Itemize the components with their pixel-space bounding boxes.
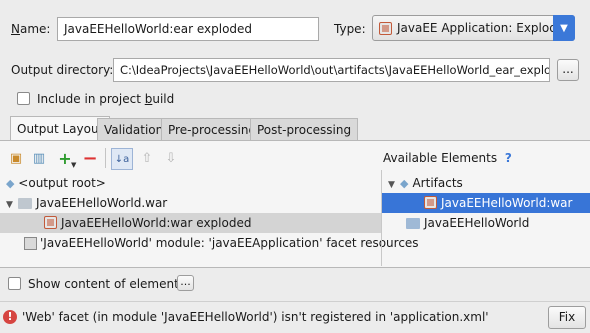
tab-pre-processing[interactable]: Pre-processing <box>161 118 264 140</box>
tree-item-label: JavaEEHelloWorld.war <box>36 196 168 210</box>
tree-item-war[interactable]: ▼ JavaEEHelloWorld.war <box>6 193 167 213</box>
tab-post-processing[interactable]: Post-processing <box>250 118 359 140</box>
tree-item-output-root[interactable]: ◆ <output root> <box>6 173 106 193</box>
name-label-rest: ame: <box>19 22 51 36</box>
available-item-artifacts[interactable]: ▼ ◆ Artifacts <box>388 173 463 193</box>
archive-icon[interactable]: ▥ <box>31 150 47 166</box>
error-icon: ! <box>3 310 17 324</box>
available-item-label: JavaEEHelloWorld <box>424 216 530 230</box>
available-item-module[interactable]: JavaEEHelloWorld <box>406 213 529 233</box>
fix-button[interactable]: Fix <box>548 306 586 329</box>
available-title-text: Available Elements <box>383 151 498 165</box>
tab-validation[interactable]: Validation <box>97 118 171 140</box>
artifact-icon <box>424 196 437 209</box>
type-combo-value: JavaEE Application: Exploded <box>397 21 572 35</box>
help-icon[interactable]: ? <box>505 151 512 165</box>
tree-item-war-exploded[interactable]: JavaEEHelloWorld:war exploded <box>0 213 382 233</box>
tree-item-label: <output root> <box>18 176 106 190</box>
show-content-options-button[interactable]: ... <box>177 275 194 291</box>
artifact-icon <box>44 216 57 229</box>
folder-icon <box>18 198 32 209</box>
available-elements-title: Available Elements ? <box>383 149 512 167</box>
tab-output-layout[interactable]: Output Layout <box>10 116 111 141</box>
add-dropdown-icon[interactable]: ▼ <box>71 161 76 169</box>
show-content-checkbox[interactable] <box>8 277 21 290</box>
output-dir-label: Output directory: <box>11 63 114 77</box>
chevron-down-icon[interactable]: ▼ <box>553 15 575 41</box>
pane-divider <box>381 170 382 266</box>
tree-item-label: 'JavaEEHelloWorld' module: 'javaEEApplic… <box>40 236 419 250</box>
include-label-pre: Include in project <box>37 92 145 106</box>
new-directory-icon[interactable]: ▣ <box>8 150 24 166</box>
include-in-build-label: Include in project build <box>37 89 174 109</box>
name-label-mnemonic: N <box>11 22 20 36</box>
module-resources-icon <box>24 237 37 250</box>
available-item-label: Artifacts <box>412 176 463 190</box>
available-item-war[interactable]: JavaEEHelloWorld:war <box>382 193 590 213</box>
expand-arrow-icon[interactable]: ▼ <box>388 175 400 195</box>
output-dir-field[interactable]: C:\IdeaProjects\JavaEEHelloWorld\out\art… <box>113 58 550 82</box>
include-in-build-checkbox[interactable] <box>17 92 30 105</box>
type-combo[interactable]: JavaEE Application: Exploded ▼ <box>372 15 575 41</box>
output-root-icon: ◆ <box>6 177 15 190</box>
tree-item-label: JavaEEHelloWorld:war exploded <box>61 216 252 230</box>
tree-item-facet-resources[interactable]: 'JavaEEHelloWorld' module: 'javaEEApplic… <box>24 233 419 253</box>
javaee-application-icon <box>379 22 392 35</box>
browse-button[interactable]: ... <box>557 59 579 81</box>
error-message: 'Web' facet (in module 'JavaEEHelloWorld… <box>22 310 489 324</box>
move-down-icon[interactable]: ⇩ <box>163 150 179 166</box>
artifacts-icon: ◆ <box>400 177 409 190</box>
include-label-post: uild <box>152 92 175 106</box>
available-item-label: JavaEEHelloWorld:war <box>441 196 573 210</box>
show-content-label: Show content of elements <box>28 277 186 291</box>
separator <box>0 301 590 302</box>
name-label: Name: <box>11 19 50 39</box>
toolbar-separator <box>105 148 106 168</box>
expand-arrow-icon[interactable]: ▼ <box>6 195 18 215</box>
name-field[interactable]: JavaEEHelloWorld:ear exploded <box>57 17 319 41</box>
module-icon <box>406 218 420 229</box>
remove-icon[interactable]: − <box>82 148 98 169</box>
sort-icon[interactable]: ↓a <box>111 148 133 170</box>
type-label: Type: <box>334 22 366 36</box>
move-up-icon[interactable]: ⇧ <box>139 150 155 166</box>
